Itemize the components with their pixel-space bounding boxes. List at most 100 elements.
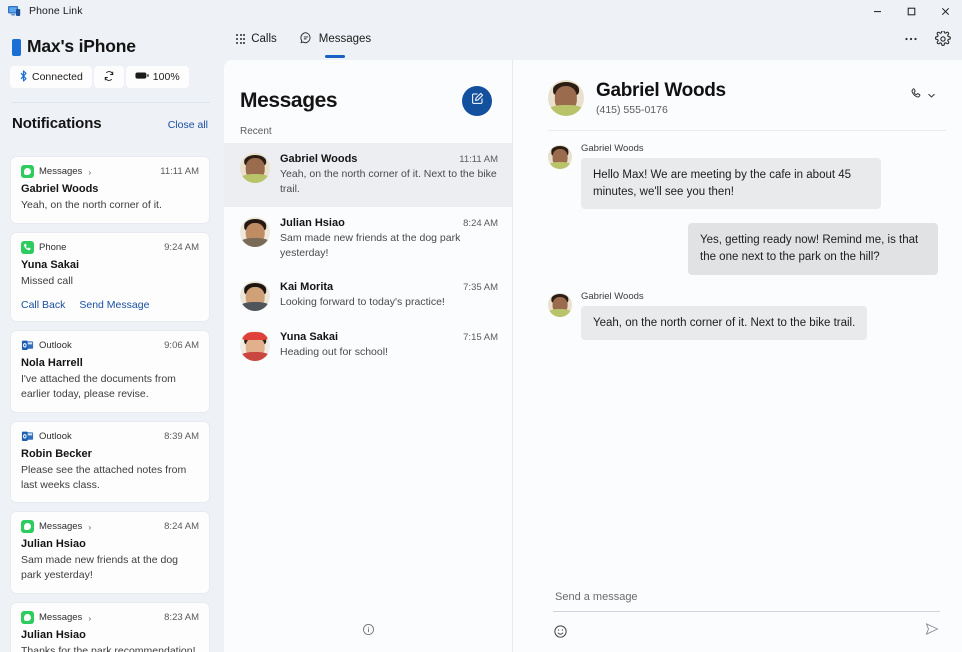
close-all-button[interactable]: Close all — [168, 119, 208, 131]
message-bubble: Yes, getting ready now! Remind me, is th… — [688, 223, 938, 274]
list-item[interactable]: Julian Hsiao 8:24 AM Sam made new friend… — [224, 207, 512, 271]
notification-body: Thanks for the park recommendation! — [21, 644, 199, 652]
notification-sender: Nola Harrell — [21, 357, 199, 369]
title-bar: Phone Link — [0, 0, 962, 22]
new-message-button[interactable] — [462, 86, 492, 116]
notifications-title: Notifications — [12, 115, 102, 132]
recent-section-label: Recent — [224, 116, 512, 137]
conversation-time: 7:15 AM — [463, 332, 498, 343]
message-composer — [513, 586, 962, 652]
notification-card[interactable]: Messages › 8:23 AM Julian Hsiao Thanks f… — [10, 602, 210, 652]
battery-level-label: 100% — [153, 71, 180, 83]
send-paper-plane-icon[interactable] — [924, 621, 940, 642]
send-message-input[interactable] — [553, 586, 940, 612]
notification-card[interactable]: Outlook 8:39 AM Robin Becker Please see … — [10, 421, 210, 504]
outlook-app-icon — [21, 339, 34, 352]
notification-time: 8:23 AM — [164, 612, 199, 623]
phone-app-icon — [21, 241, 34, 254]
conversation-name: Gabriel Woods — [280, 153, 357, 165]
avatar — [240, 153, 270, 183]
connection-status-label: Connected — [32, 71, 83, 83]
messages-app-icon — [21, 165, 34, 178]
bluetooth-status-chip: Connected — [10, 66, 92, 88]
send-message-button[interactable]: Send Message — [79, 299, 149, 311]
window-controls — [860, 0, 962, 22]
message-group-incoming: Gabriel Woods Yeah, on the north corner … — [548, 291, 938, 341]
maximize-button[interactable] — [894, 0, 928, 22]
close-button[interactable] — [928, 0, 962, 22]
notification-card[interactable]: Messages › 11:11 AM Gabriel Woods Yeah, … — [10, 156, 210, 224]
battery-icon — [135, 71, 149, 83]
composer-actions — [553, 621, 940, 642]
notification-sender: Gabriel Woods — [21, 183, 199, 195]
message-bubble-icon — [299, 31, 313, 48]
conversation-time: 11:11 AM — [459, 154, 498, 165]
bluetooth-icon — [19, 70, 28, 85]
list-item[interactable]: Gabriel Woods 11:11 AM Yeah, on the nort… — [224, 143, 512, 207]
info-icon[interactable] — [362, 623, 375, 641]
notification-app-label: Outlook — [39, 431, 72, 442]
conversation-snippet: Yeah, on the north corner of it. Next to… — [280, 167, 498, 197]
notification-app-label: Messages — [39, 612, 82, 623]
emoji-smiley-icon[interactable] — [553, 624, 568, 639]
avatar — [240, 217, 270, 247]
phone-handset-icon — [909, 87, 923, 106]
list-item[interactable]: Yuna Sakai 7:15 AM Heading out for schoo… — [224, 321, 512, 371]
tab-calls[interactable]: Calls — [228, 25, 285, 53]
call-button[interactable] — [903, 84, 942, 108]
message-bubble: Hello Max! We are meeting by the cafe in… — [581, 158, 881, 209]
conversation-snippet: Looking forward to today's practice! — [280, 295, 498, 310]
list-item[interactable]: Kai Morita 7:35 AM Looking forward to to… — [224, 271, 512, 321]
top-actions — [896, 26, 958, 52]
notification-source: Messages › — [21, 165, 91, 178]
conversation-pane: Gabriel Woods (415) 555-0176 — [513, 60, 962, 652]
tab-calls-label: Calls — [251, 33, 277, 45]
conversation-time: 7:35 AM — [463, 282, 498, 293]
message-thread: Gabriel Woods Hello Max! We are meeting … — [513, 131, 962, 340]
notification-sender: Yuna Sakai — [21, 259, 199, 271]
avatar — [240, 331, 270, 361]
conversation-list: Gabriel Woods 11:11 AM Yeah, on the nort… — [224, 143, 512, 371]
battery-status-chip: 100% — [126, 66, 189, 88]
messages-pane-footer — [224, 612, 512, 652]
tab-active-indicator — [325, 55, 345, 58]
notification-app-label: Phone — [39, 242, 66, 253]
notification-body: Yeah, on the north corner of it. — [21, 198, 199, 213]
conversation-time: 8:24 AM — [463, 218, 498, 229]
message-bubble: Yeah, on the north corner of it. Next to… — [581, 306, 867, 341]
tab-messages[interactable]: Messages — [291, 25, 379, 53]
refresh-button[interactable] — [94, 66, 124, 88]
minimize-button[interactable] — [860, 0, 894, 22]
messages-pane-title: Messages — [240, 89, 337, 113]
notification-card[interactable]: Outlook 9:06 AM Nola Harrell I've attach… — [10, 330, 210, 413]
phone-link-icon — [7, 4, 21, 18]
phone-device-icon — [12, 39, 21, 56]
call-back-button[interactable]: Call Back — [21, 299, 65, 311]
notification-source: Messages › — [21, 520, 91, 533]
notification-sender: Robin Becker — [21, 448, 199, 460]
notification-meta: Outlook 9:06 AM — [21, 339, 199, 352]
notification-card[interactable]: Messages › 8:24 AM Julian Hsiao Sam made… — [10, 511, 210, 594]
notification-meta: Messages › 11:11 AM — [21, 165, 199, 178]
notification-app-label: Messages — [39, 166, 82, 177]
notification-source: Outlook — [21, 339, 72, 352]
notification-time: 9:06 AM — [164, 340, 199, 351]
notifications-list[interactable]: Messages › 11:11 AM Gabriel Woods Yeah, … — [0, 148, 220, 652]
apps-grid-icon — [236, 34, 245, 43]
notification-card[interactable]: Phone 9:24 AM Yuna Sakai Missed call Cal… — [10, 232, 210, 322]
notification-source: Outlook — [21, 430, 72, 443]
message-group-outgoing: Yes, getting ready now! Remind me, is th… — [548, 223, 938, 274]
chevron-right-icon: › — [88, 522, 91, 532]
more-options-button[interactable] — [896, 26, 926, 52]
settings-gear-icon[interactable] — [928, 26, 958, 52]
notification-sender: Julian Hsiao — [21, 538, 199, 550]
conversation-name: Kai Morita — [280, 281, 333, 293]
notification-meta: Phone 9:24 AM — [21, 241, 199, 254]
notification-meta: Outlook 8:39 AM — [21, 430, 199, 443]
chevron-right-icon: › — [88, 167, 91, 177]
message-author: Gabriel Woods — [581, 291, 938, 302]
contact-name: Gabriel Woods — [596, 80, 726, 102]
avatar — [548, 80, 584, 116]
conversation-snippet: Sam made new friends at the dog park yes… — [280, 231, 498, 261]
notification-time: 8:39 AM — [164, 431, 199, 442]
